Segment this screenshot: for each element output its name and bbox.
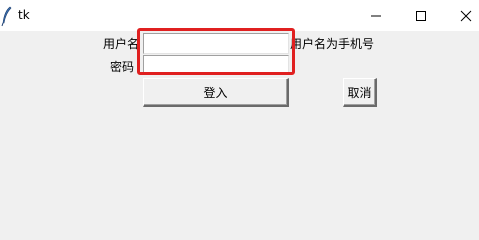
password-label: 密码 bbox=[110, 60, 135, 74]
close-button[interactable] bbox=[443, 0, 479, 31]
password-input[interactable] bbox=[143, 55, 289, 74]
maximize-icon bbox=[416, 10, 426, 21]
tk-feather-icon bbox=[0, 5, 14, 27]
close-icon bbox=[460, 10, 472, 21]
username-hint: 用户名为手机号 bbox=[290, 37, 375, 51]
maximize-button[interactable] bbox=[398, 0, 444, 31]
title-bar: tk bbox=[0, 0, 479, 31]
login-button[interactable]: 登入 bbox=[143, 78, 289, 107]
username-input[interactable] bbox=[143, 33, 289, 54]
username-label: 用户名 bbox=[103, 37, 140, 51]
minimize-button[interactable] bbox=[353, 0, 399, 31]
cancel-button[interactable]: 取消 bbox=[343, 78, 377, 107]
window-title: tk bbox=[18, 8, 30, 22]
minimize-icon bbox=[371, 15, 381, 16]
